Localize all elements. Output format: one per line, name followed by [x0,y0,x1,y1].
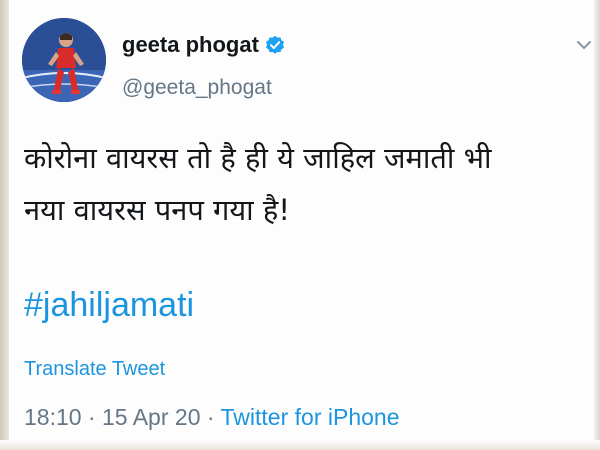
author-block[interactable]: geeta phogat [122,32,285,58]
author-handle[interactable]: @geeta_phogat [122,76,272,100]
tweet-source-link[interactable]: Twitter for iPhone [221,404,400,430]
hashtag-link[interactable]: #jahiljamati [24,286,194,325]
tweet-date[interactable]: 15 Apr 20 [102,404,200,430]
chevron-down-icon[interactable] [576,36,592,49]
avatar[interactable] [22,18,106,102]
meta-separator: · [87,404,96,430]
tweet-text-line: कोरोना वायरस तो है ही ये जाहिल जमाती भी [24,141,492,175]
author-name-row[interactable]: geeta phogat [122,32,285,58]
tweet-text: कोरोना वायरस तो है ही ये जाहिल जमाती भी … [24,132,584,236]
tweet-time[interactable]: 18:10 [24,404,82,430]
tweet-metadata: 18:10 · 15 Apr 20 · Twitter for iPhone [24,404,400,431]
verified-badge-icon [265,35,285,55]
author-name[interactable]: geeta phogat [122,32,259,58]
photo-edge-left [0,0,9,450]
photo-edge-right [594,0,600,450]
translate-tweet-link[interactable]: Translate Tweet [24,358,165,381]
photo-edge-bottom [0,440,600,450]
tweet-text-line: नया वायरस पनप गया है! [24,193,290,227]
meta-separator: · [206,404,215,430]
